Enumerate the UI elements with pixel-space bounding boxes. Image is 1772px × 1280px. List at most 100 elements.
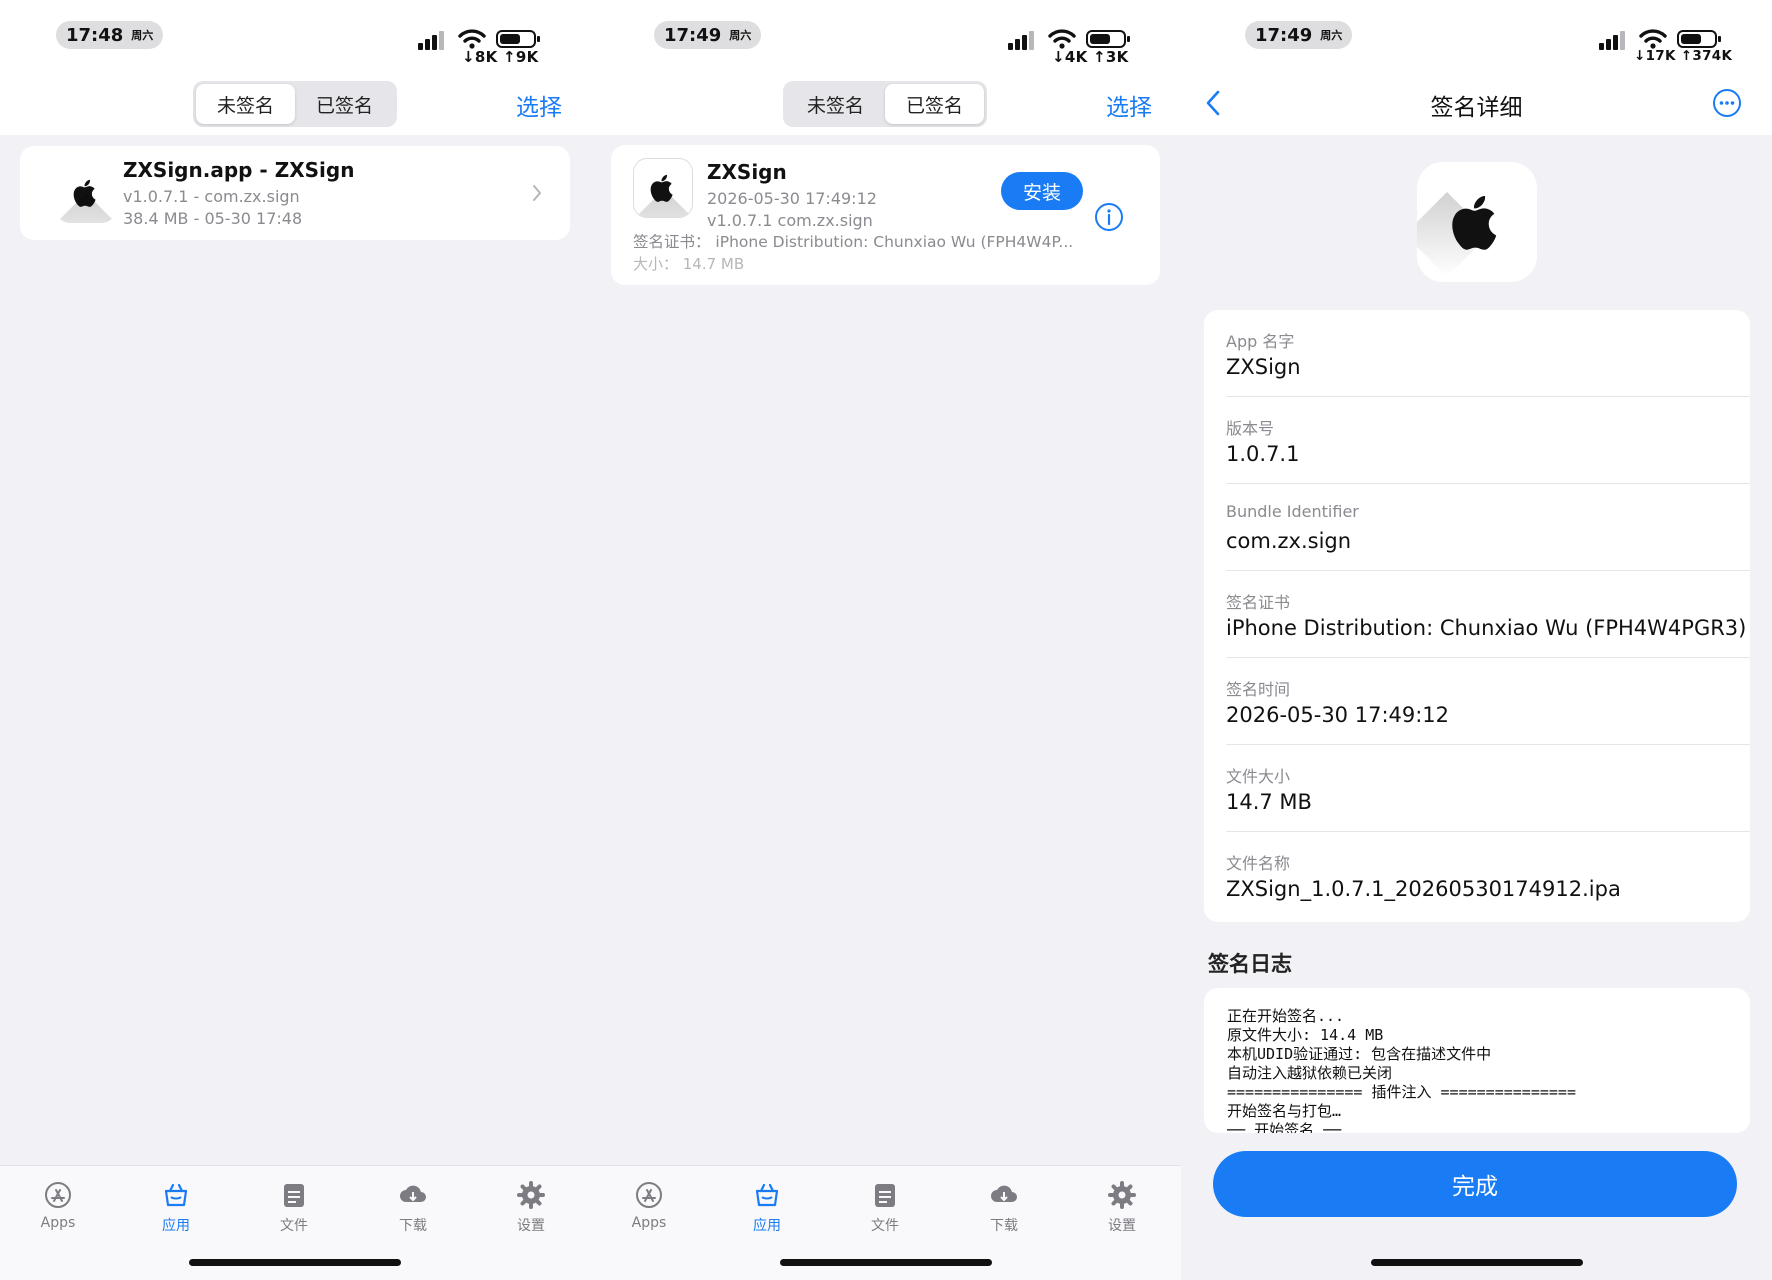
more-icon[interactable]: [1712, 88, 1742, 118]
network-speed: ↓17K ↑374K: [1634, 48, 1733, 64]
tab-apps[interactable]: Apps: [609, 1180, 689, 1231]
network-speed: ↓8K ↑9K: [462, 48, 539, 66]
tab-label: 下载: [399, 1218, 427, 1234]
item-version: v1.0.7.1 com.zx.sign: [707, 211, 873, 230]
screen-unsigned: 17:48 周六 ↓8K ↑9K 未签名 已签名 选择 ZXSign.app -…: [0, 0, 590, 1280]
battery-icon: [1677, 30, 1721, 48]
chevron-right-icon: [533, 185, 541, 201]
field-value: 2026-05-30 17:49:12: [1226, 703, 1450, 727]
log-line: =============== 插件注入 ===============: [1227, 1083, 1576, 1101]
segment-signed[interactable]: 已签名: [295, 84, 394, 124]
tab-label: 下载: [990, 1218, 1018, 1234]
tab-apps-cn[interactable]: 应用: [136, 1180, 216, 1235]
weekday-text: 周六: [1320, 29, 1343, 42]
field-label: 文件大小: [1226, 767, 1291, 786]
screen-sign-detail: 17:49 周六 ↓17K ↑374K 签名详细 App 名字 ZXSign 版本…: [1181, 0, 1772, 1280]
field-label: 签名证书: [1226, 593, 1291, 612]
apps-box-icon: [755, 1183, 779, 1207]
folder-icon: [875, 1184, 895, 1207]
tab-label: 应用: [753, 1218, 781, 1234]
item-meta: 38.4 MB - 05-30 17:48: [123, 209, 303, 228]
screen-signed: 17:49 周六 ↓4K ↑3K 未签名 已签名 选择 ZXSign 2026-…: [590, 0, 1181, 1280]
home-indicator: [779, 1259, 992, 1266]
field-file-size: 文件大小 14.7 MB: [1226, 745, 1750, 832]
folder-icon: [284, 1184, 304, 1207]
time-text: 17:49: [664, 24, 722, 46]
tab-files[interactable]: 文件: [254, 1180, 334, 1235]
tab-label: 文件: [871, 1218, 899, 1234]
wifi-icon: [1048, 29, 1076, 49]
status-icons: ↓17K ↑374K: [1599, 26, 1749, 68]
tab-apps[interactable]: Apps: [18, 1180, 98, 1231]
select-button[interactable]: 选择: [1106, 88, 1152, 122]
field-label: Bundle Identifier: [1226, 502, 1359, 521]
tab-apps-cn[interactable]: 应用: [727, 1180, 807, 1235]
time-text: 17:48: [66, 24, 124, 46]
select-button[interactable]: 选择: [516, 88, 562, 122]
field-label: App 名字: [1226, 332, 1295, 351]
battery-icon: [1086, 30, 1130, 48]
apple-logo-icon: [650, 174, 673, 202]
nav-title: 签名详细: [1430, 95, 1523, 121]
log-line: ── 开始签名 ──: [1227, 1121, 1342, 1133]
network-speed: ↓4K ↑3K: [1052, 48, 1129, 66]
info-icon[interactable]: [1094, 202, 1124, 232]
status-icons: ↓8K ↑9K: [418, 26, 548, 68]
app-store-icon: [45, 1182, 71, 1208]
segment-control: 未签名 已签名: [193, 81, 397, 127]
tab-label: 应用: [162, 1218, 190, 1234]
signal-icon: [1599, 30, 1629, 50]
segment-unsigned[interactable]: 未签名: [786, 84, 885, 124]
install-button[interactable]: 安装: [1001, 172, 1083, 210]
log-line: 开始签名与打包…: [1227, 1102, 1342, 1120]
field-sign-time: 签名时间 2026-05-30 17:49:12: [1226, 658, 1750, 745]
tab-downloads[interactable]: 下载: [964, 1180, 1044, 1235]
tab-downloads[interactable]: 下载: [373, 1180, 453, 1235]
field-value: com.zx.sign: [1226, 529, 1352, 553]
tab-files[interactable]: 文件: [845, 1180, 925, 1235]
signal-icon: [1008, 30, 1038, 50]
cloud-download-icon: [400, 1185, 426, 1202]
field-version: 版本号 1.0.7.1: [1226, 397, 1750, 484]
log-title: 签名日志: [1208, 952, 1292, 976]
top-bar: 17:48 周六 ↓8K ↑9K 未签名 已签名 选择: [0, 0, 590, 135]
tab-label: 设置: [517, 1218, 545, 1234]
tab-settings[interactable]: 设置: [1082, 1180, 1162, 1235]
tab-label: 文件: [280, 1218, 308, 1234]
status-time: 17:49 周六: [654, 21, 762, 49]
log-panel[interactable]: 正在开始签名... 原文件大小: 14.4 MB 本机UDID验证通过: 包含在…: [1204, 988, 1750, 1133]
item-subtitle: v1.0.7.1 - com.zx.sign: [123, 187, 300, 206]
top-bar: 17:49 周六 ↓4K ↑3K 未签名 已签名 选择: [590, 0, 1181, 135]
segment-unsigned[interactable]: 未签名: [196, 84, 295, 124]
cloud-download-icon: [991, 1185, 1017, 1202]
gear-icon: [517, 1181, 545, 1209]
field-label: 版本号: [1226, 419, 1275, 438]
field-label: 签名时间: [1226, 680, 1291, 699]
wifi-icon: [1639, 29, 1667, 49]
tab-settings[interactable]: 设置: [491, 1180, 571, 1235]
status-icons: ↓4K ↑3K: [1008, 26, 1138, 68]
app-icon: [633, 158, 693, 218]
list-item[interactable]: ZXSign.app - ZXSign v1.0.7.1 - com.zx.si…: [20, 146, 570, 240]
done-button[interactable]: 完成: [1213, 1151, 1737, 1217]
apps-box-icon: [164, 1183, 188, 1207]
log-line: 原文件大小: 14.4 MB: [1227, 1026, 1384, 1044]
item-cert: 签名证书： iPhone Distribution: Chunxiao Wu (…: [633, 233, 1074, 251]
signed-item[interactable]: ZXSign 2026-05-30 17:49:12 v1.0.7.1 com.…: [611, 145, 1160, 285]
gear-icon: [1108, 1181, 1136, 1209]
field-value: ZXSign: [1226, 355, 1301, 379]
field-value: iPhone Distribution: Chunxiao Wu (FPH4W4…: [1226, 616, 1747, 640]
segment-signed[interactable]: 已签名: [885, 84, 984, 124]
tab-bar: Apps 应用 文件 下载 设置: [0, 1165, 590, 1280]
field-bundle-id: Bundle Identifier com.zx.sign: [1226, 484, 1750, 571]
battery-icon: [496, 30, 540, 48]
tab-bar: Apps 应用 文件 下载 设置: [590, 1165, 1181, 1280]
field-label: 文件名称: [1226, 854, 1291, 873]
log-line: 本机UDID验证通过: 包含在描述文件中: [1227, 1045, 1492, 1063]
tab-label: Apps: [40, 1215, 76, 1231]
wifi-icon: [458, 29, 486, 49]
item-size: 大小： 14.7 MB: [633, 255, 745, 273]
large-app-icon: [1417, 162, 1537, 282]
item-title: ZXSign.app - ZXSign: [123, 158, 355, 182]
status-time: 17:48 周六: [56, 21, 164, 49]
